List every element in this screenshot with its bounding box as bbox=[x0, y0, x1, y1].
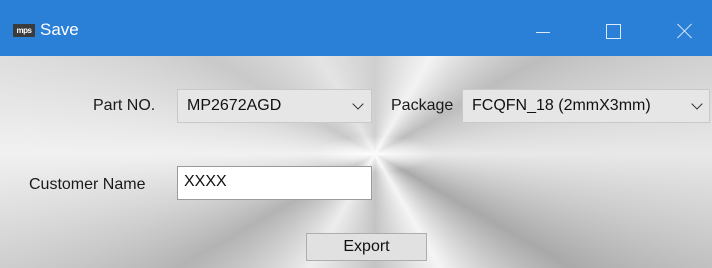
package-value: FCQFN_18 (2mmX3mm) bbox=[472, 97, 651, 114]
maximize-icon bbox=[605, 23, 621, 39]
part-no-value: MP2672AGD bbox=[187, 97, 282, 114]
part-no-label: Part NO. bbox=[93, 97, 156, 114]
dialog-content: Part NO. MP2672AGD Package FCQFN_18 (2mm… bbox=[0, 56, 712, 268]
close-button[interactable] bbox=[662, 14, 708, 48]
maximize-button[interactable] bbox=[590, 14, 636, 48]
close-icon bbox=[677, 23, 693, 39]
minimize-button[interactable] bbox=[520, 14, 566, 48]
chevron-down-icon bbox=[352, 98, 364, 110]
package-select[interactable]: FCQFN_18 (2mmX3mm) bbox=[462, 89, 710, 123]
minimize-icon bbox=[536, 31, 550, 33]
app-logo: mps bbox=[13, 24, 35, 37]
title-bar: mps Save bbox=[0, 0, 712, 56]
customer-name-label: Customer Name bbox=[29, 176, 146, 193]
part-no-select[interactable]: MP2672AGD bbox=[177, 89, 372, 123]
customer-name-input[interactable]: XXXX bbox=[177, 166, 372, 200]
chevron-down-icon bbox=[691, 98, 703, 110]
package-label: Package bbox=[391, 97, 454, 114]
window-title: Save bbox=[40, 20, 79, 39]
export-button[interactable]: Export bbox=[306, 233, 427, 261]
